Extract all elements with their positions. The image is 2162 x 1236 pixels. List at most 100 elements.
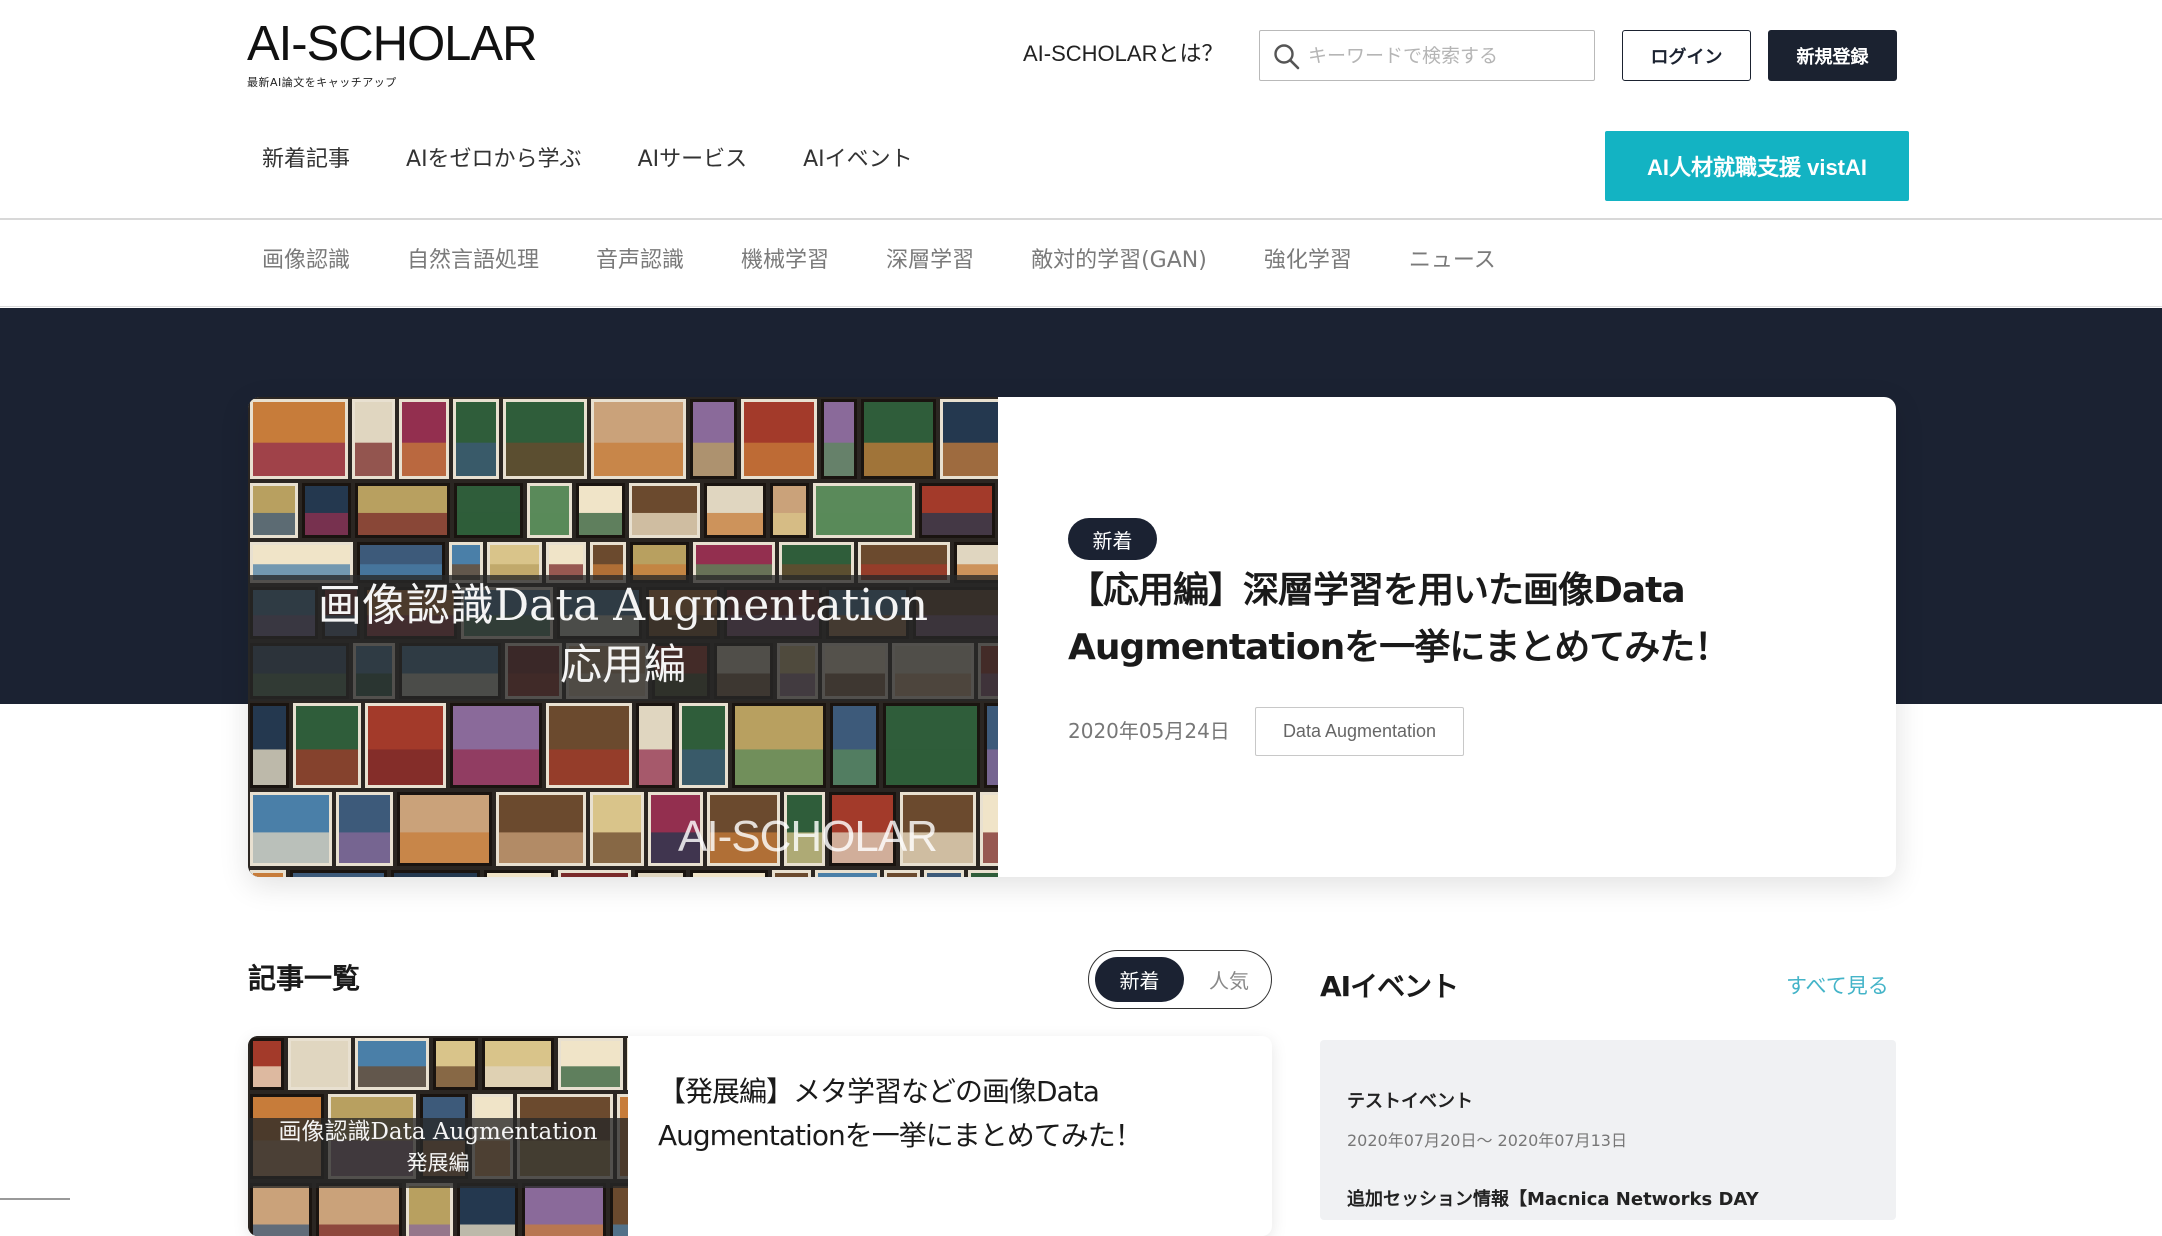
thumbnail-title-text: 画像認識Data Augmentation — [248, 1116, 628, 1148]
category-news[interactable]: ニュース — [1409, 246, 1496, 276]
painting-detail — [639, 749, 672, 785]
category-nav: 画像認識 自然言語処理 音声認識 機械学習 深層学習 敵対的学習(GAN) 強化… — [262, 246, 1553, 276]
painting-detail — [773, 513, 806, 535]
painting-detail — [943, 443, 998, 476]
image-watermark: AI-SCHOLAR — [678, 812, 937, 862]
painting-detail — [355, 443, 392, 476]
page-scroll-indicator — [0, 1198, 70, 1204]
search-box[interactable] — [1259, 30, 1595, 81]
painting-detail — [579, 513, 622, 535]
category-machine-learning[interactable]: 機械学習 — [741, 246, 829, 276]
painting-detail — [561, 1066, 620, 1087]
painting-detail — [358, 513, 447, 535]
painting-detail — [824, 443, 854, 476]
painting-detail — [253, 1066, 281, 1087]
logo-subtitle: 最新AI論文をキャッチアップ — [247, 74, 537, 90]
category-deep-learning[interactable]: 深層学習 — [886, 246, 974, 276]
article-tag[interactable]: Data Augmentation — [1255, 707, 1464, 756]
search-input[interactable] — [1308, 31, 1588, 80]
image-title-text: 画像認識Data Augmentation — [248, 577, 998, 635]
painting-detail — [253, 749, 286, 785]
thumbnail-subtitle-text: 発展編 — [248, 1148, 628, 1178]
painting-detail — [296, 749, 358, 785]
article-title[interactable]: 【発展編】メタ学習などの画像Data Augmentationを一挙にまとめてみ… — [658, 1070, 1238, 1158]
nav-item-learn-ai[interactable]: AIをゼロから学ぶ — [406, 145, 582, 175]
painting-detail — [436, 1066, 475, 1087]
painting — [487, 873, 551, 877]
list-item[interactable]: 画像認識Data Augmentation 発展編 【発展編】メタ学習などの画像… — [248, 1036, 1272, 1236]
painting — [693, 873, 765, 877]
painting-detail — [833, 749, 876, 785]
image-subtitle-text: 応用編 — [248, 637, 998, 693]
painting-detail — [987, 749, 998, 785]
painting-detail — [594, 443, 683, 476]
new-badge: 新着 — [1068, 518, 1157, 560]
painting — [561, 873, 628, 877]
nav-item-ai-events[interactable]: AIイベント — [803, 145, 913, 175]
featured-article-image[interactable]: 画像認識Data Augmentation 応用編 AI-SCHOLAR — [248, 397, 998, 877]
painting-detail — [456, 443, 496, 476]
article-thumbnail[interactable]: 画像認識Data Augmentation 発展編 — [248, 1036, 628, 1236]
login-button[interactable]: ログイン — [1622, 30, 1751, 81]
event-title[interactable]: 追加セッション情報【Macnica Networks DAY — [1347, 1188, 1759, 1212]
painting-detail — [735, 749, 823, 785]
painting-detail — [864, 443, 933, 476]
category-speech-recognition[interactable]: 音声認識 — [596, 246, 684, 276]
painting — [638, 873, 683, 877]
painting-detail — [613, 1225, 628, 1236]
painting-detail — [460, 1225, 515, 1236]
site-logo[interactable]: AI-SCHOLAR 最新AI論文をキャッチアップ — [247, 18, 537, 90]
events-title: AIイベント — [1320, 970, 1458, 1004]
painting-detail — [253, 832, 329, 863]
sort-popular-button[interactable]: 人気 — [1199, 957, 1259, 1002]
category-nlp[interactable]: 自然言語処理 — [407, 246, 539, 276]
featured-article-title[interactable]: 【応用編】深層学習を用いた画像Data Augmentationを一挙にまとめて… — [1068, 562, 1768, 676]
painting-detail — [291, 1066, 348, 1087]
register-button[interactable]: 新規登録 — [1768, 30, 1897, 81]
about-link[interactable]: AI-SCHOLARとは？ — [1023, 40, 1223, 68]
events-see-all-link[interactable]: すべて見る — [1786, 972, 1889, 1000]
painting-detail — [744, 443, 814, 476]
logo-title: AI-SCHOLAR — [247, 18, 537, 70]
painting — [927, 873, 961, 877]
nav-item-ai-services[interactable]: AIサービス — [638, 145, 748, 175]
category-reinforcement-learning[interactable]: 強化学習 — [1264, 246, 1352, 276]
painting-detail — [682, 749, 725, 785]
painting-detail — [253, 513, 295, 535]
event-date: 2020年07月20日～ 2020年07月13日 — [1347, 1130, 1627, 1152]
events-panel: テストイベント 2020年07月20日～ 2020年07月13日 追加セッション… — [1320, 1040, 1896, 1220]
painting-detail — [253, 1225, 309, 1236]
painting-detail — [485, 1066, 551, 1087]
painting-detail — [368, 749, 443, 785]
painting-detail — [530, 513, 569, 535]
painting-detail — [593, 832, 641, 863]
vistai-cta-button[interactable]: AI人材就職支援 vistAI — [1605, 131, 1909, 201]
painting — [775, 873, 808, 877]
category-gan[interactable]: 敵対的学習(GAN) — [1031, 246, 1207, 276]
painting — [253, 873, 283, 877]
painting-detail — [339, 832, 390, 863]
painting-detail — [402, 443, 446, 476]
painting — [394, 873, 477, 877]
painting — [887, 873, 917, 877]
painting-frame — [627, 1038, 628, 1090]
painting-detail — [983, 832, 998, 863]
event-title[interactable]: テストイベント — [1347, 1090, 1473, 1114]
main-nav: 新着記事 AIをゼロから学ぶ AIサービス AIイベント — [262, 145, 969, 175]
painting-detail — [506, 443, 584, 476]
category-image-recognition[interactable]: 画像認識 — [262, 246, 350, 276]
painting — [971, 873, 998, 877]
painting-detail — [457, 513, 520, 535]
featured-article-content: 新着 【応用編】深層学習を用いた画像Data Augmentationを一挙にま… — [1068, 397, 1868, 877]
painting-detail — [707, 513, 763, 535]
painting-detail — [253, 443, 345, 476]
painting-detail — [886, 749, 977, 785]
painting-detail — [632, 513, 697, 535]
painting-detail — [499, 832, 583, 863]
nav-item-new-articles[interactable]: 新着記事 — [262, 145, 350, 175]
sort-new-button[interactable]: 新着 — [1095, 957, 1184, 1002]
painting-detail — [305, 513, 348, 535]
category-divider — [0, 306, 2162, 307]
painting-detail — [319, 1225, 399, 1236]
featured-article-card[interactable]: 画像認識Data Augmentation 応用編 AI-SCHOLAR 新着 … — [248, 397, 1896, 877]
